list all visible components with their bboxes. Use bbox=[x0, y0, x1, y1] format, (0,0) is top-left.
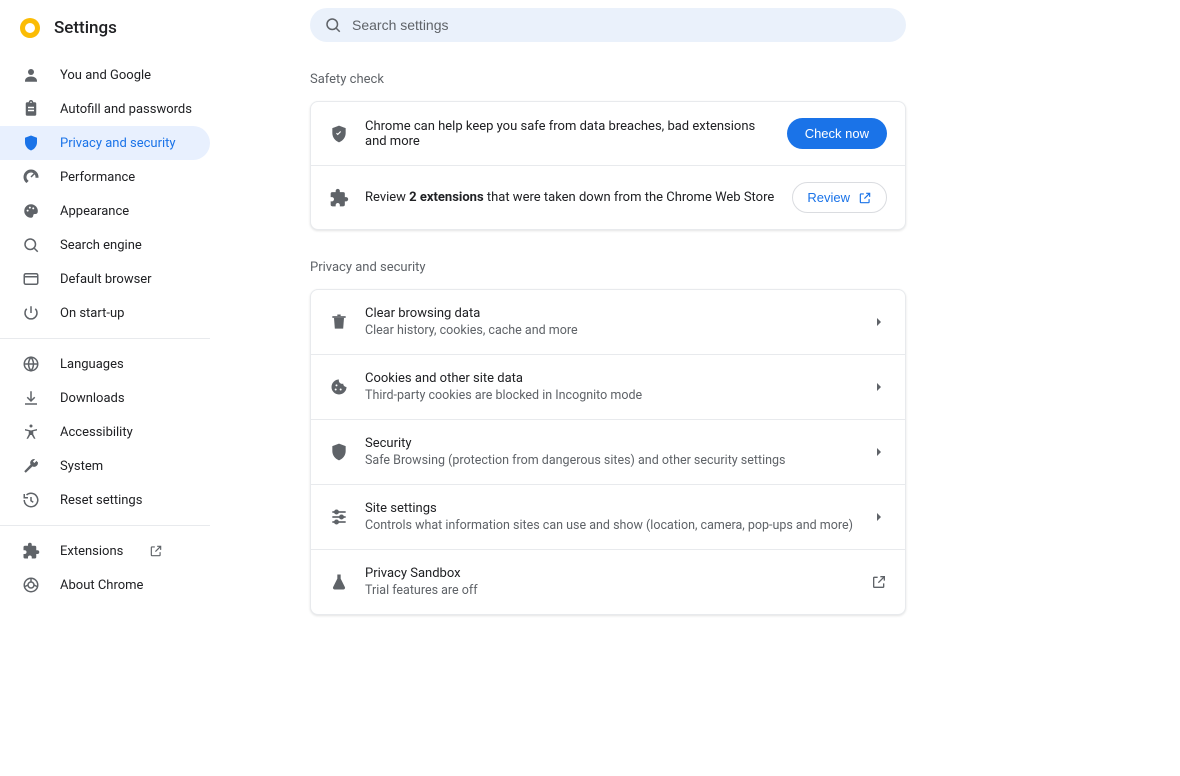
speed-icon bbox=[22, 168, 40, 186]
sidebar-item-label: Default browser bbox=[60, 272, 152, 287]
trash-icon bbox=[329, 312, 349, 332]
sidebar-item-about[interactable]: About Chrome bbox=[0, 568, 210, 602]
privacy-row-clear[interactable]: Clear browsing data Clear history, cookie… bbox=[311, 290, 905, 354]
sidebar-item-label: About Chrome bbox=[60, 578, 143, 593]
sidebar-item-languages[interactable]: Languages bbox=[0, 347, 210, 381]
wrench-icon bbox=[22, 457, 40, 475]
sidebar-item-search[interactable]: Search engine bbox=[0, 228, 210, 262]
puzzle-icon bbox=[22, 542, 40, 560]
sidebar-item-label: Reset settings bbox=[60, 493, 142, 508]
person-icon bbox=[22, 66, 40, 84]
row-subtitle: Safe Browsing (protection from dangerous… bbox=[365, 453, 855, 468]
sidebar-nav: You and Google Autofill and passwords Priv… bbox=[0, 52, 260, 608]
sidebar-item-you[interactable]: You and Google bbox=[0, 58, 210, 92]
sidebar-item-label: Languages bbox=[60, 357, 124, 372]
globe-icon bbox=[22, 355, 40, 373]
cookie-icon bbox=[329, 377, 349, 397]
nav-separator bbox=[0, 525, 210, 526]
sidebar-item-reset[interactable]: Reset settings bbox=[0, 483, 210, 517]
privacy-row-security[interactable]: Security Safe Browsing (protection from d… bbox=[311, 419, 905, 484]
page-title: Settings bbox=[54, 18, 117, 38]
sidebar-item-defaultbrowser[interactable]: Default browser bbox=[0, 262, 210, 296]
power-icon bbox=[22, 304, 40, 322]
safety-check-ext-text: Review 2 extensions that were taken down… bbox=[365, 190, 776, 205]
shield-check-icon bbox=[329, 124, 349, 144]
chrome-logo-icon bbox=[20, 18, 40, 38]
chevron-right-icon bbox=[871, 379, 887, 395]
chevron-right-icon bbox=[871, 509, 887, 525]
search-bar[interactable] bbox=[310, 8, 906, 42]
row-title: Clear browsing data bbox=[365, 306, 855, 321]
sidebar: Settings You and Google Autofill and pass… bbox=[0, 0, 260, 776]
open-external-icon bbox=[858, 191, 872, 205]
safety-check-card: Chrome can help keep you safe from data … bbox=[310, 101, 906, 230]
puzzle-icon bbox=[329, 188, 349, 208]
sidebar-item-privacy[interactable]: Privacy and security bbox=[0, 126, 210, 160]
assignment-icon bbox=[22, 100, 40, 118]
row-subtitle: Third-party cookies are blocked in Incog… bbox=[365, 388, 855, 403]
safety-check-row-main: Chrome can help keep you safe from data … bbox=[311, 102, 905, 165]
shield-icon bbox=[329, 442, 349, 462]
sidebar-item-label: Autofill and passwords bbox=[60, 102, 192, 117]
safety-check-heading: Safety check bbox=[310, 72, 1140, 87]
sidebar-item-label: You and Google bbox=[60, 68, 151, 83]
review-extensions-button[interactable]: Review bbox=[792, 182, 887, 213]
row-subtitle: Trial features are off bbox=[365, 583, 855, 598]
window-icon bbox=[22, 270, 40, 288]
download-icon bbox=[22, 389, 40, 407]
chevron-right-icon bbox=[871, 314, 887, 330]
safety-check-text: Chrome can help keep you safe from data … bbox=[365, 119, 771, 149]
history-icon bbox=[22, 491, 40, 509]
chrome-icon bbox=[22, 576, 40, 594]
sidebar-item-label: System bbox=[60, 459, 103, 474]
search-input[interactable] bbox=[352, 17, 892, 33]
search-icon bbox=[324, 16, 342, 34]
search-icon bbox=[22, 236, 40, 254]
sidebar-item-system[interactable]: System bbox=[0, 449, 210, 483]
sidebar-item-appearance[interactable]: Appearance bbox=[0, 194, 210, 228]
sidebar-item-startup[interactable]: On start-up bbox=[0, 296, 210, 330]
privacy-section-card: Clear browsing data Clear history, cookie… bbox=[310, 289, 906, 615]
row-title: Cookies and other site data bbox=[365, 371, 855, 386]
row-subtitle: Clear history, cookies, cache and more bbox=[365, 323, 855, 338]
accessibility-icon bbox=[22, 423, 40, 441]
sidebar-item-performance[interactable]: Performance bbox=[0, 160, 210, 194]
shield-icon bbox=[22, 134, 40, 152]
privacy-row-sandbox[interactable]: Privacy Sandbox Trial features are off bbox=[311, 549, 905, 614]
row-title: Security bbox=[365, 436, 855, 451]
brand: Settings bbox=[0, 12, 260, 52]
check-now-button[interactable]: Check now bbox=[787, 118, 887, 149]
open-external-icon bbox=[871, 574, 887, 590]
safety-check-row-extensions: Review 2 extensions that were taken down… bbox=[311, 165, 905, 229]
sidebar-item-accessibility[interactable]: Accessibility bbox=[0, 415, 210, 449]
chevron-right-icon bbox=[871, 444, 887, 460]
sidebar-item-label: On start-up bbox=[60, 306, 124, 321]
privacy-section-heading: Privacy and security bbox=[310, 260, 1140, 275]
sidebar-item-downloads[interactable]: Downloads bbox=[0, 381, 210, 415]
flask-icon bbox=[329, 572, 349, 592]
privacy-row-site[interactable]: Site settings Controls what information s… bbox=[311, 484, 905, 549]
row-title: Privacy Sandbox bbox=[365, 566, 855, 581]
sidebar-item-label: Accessibility bbox=[60, 425, 133, 440]
open-external-icon bbox=[149, 544, 163, 558]
sidebar-item-label: Search engine bbox=[60, 238, 142, 253]
row-subtitle: Controls what information sites can use … bbox=[365, 518, 855, 533]
palette-icon bbox=[22, 202, 40, 220]
sidebar-item-label: Performance bbox=[60, 170, 135, 185]
privacy-row-cookies[interactable]: Cookies and other site data Third-party c… bbox=[311, 354, 905, 419]
sidebar-item-extensions[interactable]: Extensions bbox=[0, 534, 210, 568]
row-title: Site settings bbox=[365, 501, 855, 516]
tune-icon bbox=[329, 507, 349, 527]
sidebar-item-label: Extensions bbox=[60, 544, 123, 559]
nav-separator bbox=[0, 338, 210, 339]
sidebar-item-label: Privacy and security bbox=[60, 136, 176, 151]
main-content: Safety check Chrome can help keep you sa… bbox=[260, 0, 1180, 776]
sidebar-item-label: Appearance bbox=[60, 204, 129, 219]
sidebar-item-label: Downloads bbox=[60, 391, 125, 406]
sidebar-item-autofill[interactable]: Autofill and passwords bbox=[0, 92, 210, 126]
